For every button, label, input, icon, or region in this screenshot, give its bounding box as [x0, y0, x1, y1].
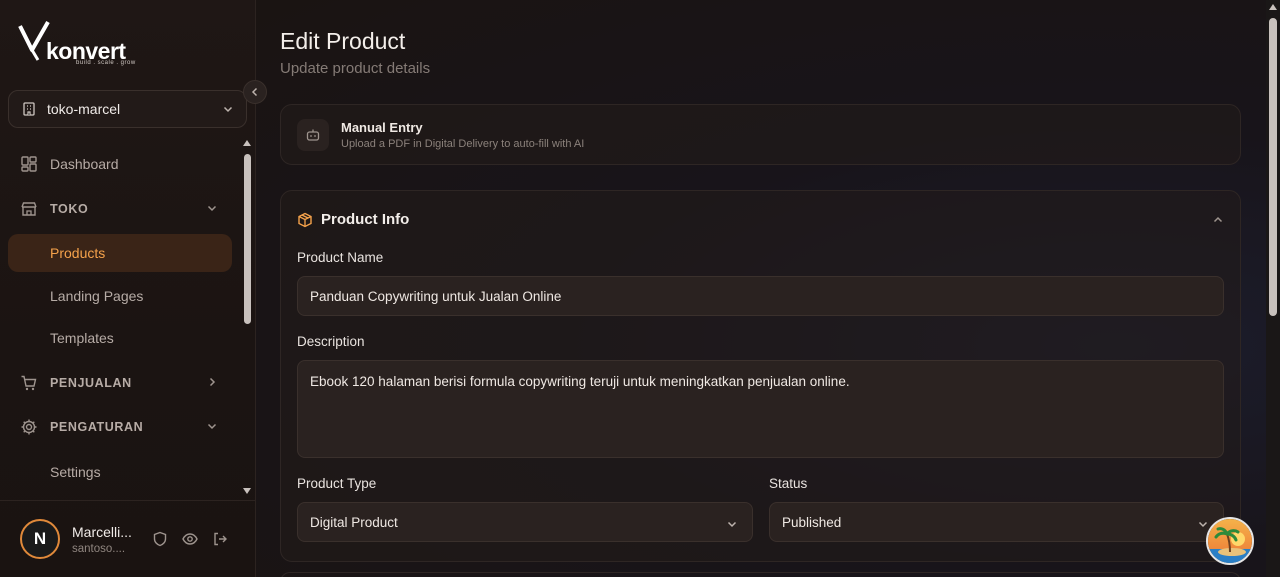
next-section-card	[280, 572, 1241, 577]
sidebar-item-label: Templates	[50, 330, 114, 346]
collapse-section-button[interactable]	[1212, 213, 1224, 231]
package-icon	[298, 212, 312, 227]
logout-button[interactable]	[212, 531, 228, 547]
bot-icon-box	[297, 118, 329, 151]
sidebar-scrollbar[interactable]	[241, 138, 255, 498]
product-name-input[interactable]: Panduan Copywriting untuk Jualan Online	[297, 276, 1224, 316]
sidebar-section-pengaturan[interactable]: PENGATURAN	[8, 408, 232, 446]
floating-help-button[interactable]	[1206, 517, 1254, 565]
cart-icon	[21, 375, 37, 391]
chevron-down-icon	[727, 521, 737, 528]
sidebar-item-landing-pages[interactable]: Landing Pages	[8, 277, 232, 315]
sidebar-item-settings[interactable]: Settings	[8, 453, 232, 491]
sidebar-section-label: TOKO	[50, 202, 89, 216]
shield-icon	[153, 531, 167, 547]
chevron-left-icon	[251, 87, 258, 97]
product-info-card: Product Info Product Name Panduan Copywr…	[280, 190, 1241, 562]
sidebar-scroll-thumb[interactable]	[244, 154, 251, 324]
manual-entry-subtitle: Upload a PDF in Digital Delivery to auto…	[341, 137, 585, 150]
brand-tagline: build . scale . grow	[76, 60, 136, 66]
preview-button[interactable]	[182, 531, 198, 547]
description-textarea[interactable]: Ebook 120 halaman berisi formula copywri…	[297, 360, 1224, 458]
status-value: Published	[782, 514, 842, 530]
sidebar-section-label: PENGATURAN	[50, 420, 144, 434]
gear-icon	[21, 419, 37, 435]
scroll-down-arrow-icon[interactable]	[243, 488, 251, 494]
building-icon	[23, 102, 35, 116]
eye-icon	[182, 533, 198, 545]
product-type-select[interactable]: Digital Product	[297, 502, 753, 542]
app-root: konvert build . scale . grow toko-marcel…	[0, 0, 1280, 577]
user-bar: N Marcelli... santoso....	[0, 500, 256, 577]
sidebar-item-label: Landing Pages	[50, 288, 144, 304]
status-select[interactable]: Published	[769, 502, 1224, 542]
scroll-up-arrow-icon[interactable]	[243, 140, 251, 146]
chevron-down-icon	[207, 423, 217, 430]
dashboard-icon	[21, 156, 37, 172]
product-type-value: Digital Product	[310, 514, 398, 530]
user-actions	[152, 531, 228, 547]
user-email: santoso....	[72, 542, 126, 555]
sidebar-section-toko[interactable]: TOKO	[8, 190, 232, 228]
avatar-initial: N	[33, 529, 47, 548]
sidebar-item-label: Settings	[50, 464, 101, 480]
product-type-label: Product Type	[297, 476, 377, 491]
chevron-right-icon	[209, 377, 216, 387]
page-title: Edit Product	[280, 28, 406, 54]
scroll-up-arrow-icon[interactable]	[1269, 4, 1277, 10]
sidebar-item-label: Dashboard	[50, 156, 119, 172]
page-scrollbar[interactable]	[1266, 0, 1280, 577]
sidebar-item-templates[interactable]: Templates	[8, 319, 232, 357]
page-scroll-thumb[interactable]	[1269, 18, 1277, 316]
main-content: Edit Product Update product details Manu…	[256, 0, 1266, 577]
shield-button[interactable]	[152, 531, 168, 547]
logout-icon	[214, 532, 227, 546]
avatar[interactable]: N	[20, 519, 60, 559]
user-info: Marcelli... santoso....	[72, 524, 140, 555]
chevron-up-icon	[1213, 216, 1223, 223]
user-name: Marcelli...	[72, 523, 132, 540]
sidebar-item-dashboard[interactable]: Dashboard	[8, 145, 232, 183]
chevron-down-icon	[223, 106, 233, 113]
bot-icon	[306, 129, 320, 141]
sidebar: konvert build . scale . grow toko-marcel…	[0, 0, 267, 577]
manual-entry-title: Manual Entry	[341, 119, 423, 135]
sidebar-section-label: PENJUALAN	[50, 376, 132, 390]
brand-logo[interactable]: konvert build . scale . grow	[18, 20, 158, 70]
description-label: Description	[297, 334, 365, 349]
chevron-down-icon	[1198, 521, 1208, 528]
sidebar-item-products[interactable]: Products	[8, 234, 232, 272]
workspace-label: toko-marcel	[47, 101, 121, 117]
product-info-title: Product Info	[321, 211, 410, 228]
product-name-label: Product Name	[297, 250, 384, 265]
product-info-header[interactable]: Product Info	[297, 211, 409, 228]
chevron-down-icon	[207, 205, 217, 212]
manual-entry-text: Manual Entry Upload a PDF in Digital Del…	[341, 120, 584, 150]
sidebar-item-label: Products	[50, 245, 106, 261]
page-subtitle: Update product details	[280, 60, 431, 77]
sidebar-collapse-button[interactable]	[243, 80, 267, 104]
status-label: Status	[769, 476, 808, 491]
sidebar-nav: Dashboard TOKO Products Landing Pages Te…	[0, 140, 240, 500]
workspace-switcher[interactable]: toko-marcel	[8, 90, 247, 128]
sidebar-section-penjualan[interactable]: PENJUALAN	[8, 364, 232, 402]
store-icon	[21, 202, 37, 216]
manual-entry-card[interactable]: Manual Entry Upload a PDF in Digital Del…	[280, 104, 1241, 165]
